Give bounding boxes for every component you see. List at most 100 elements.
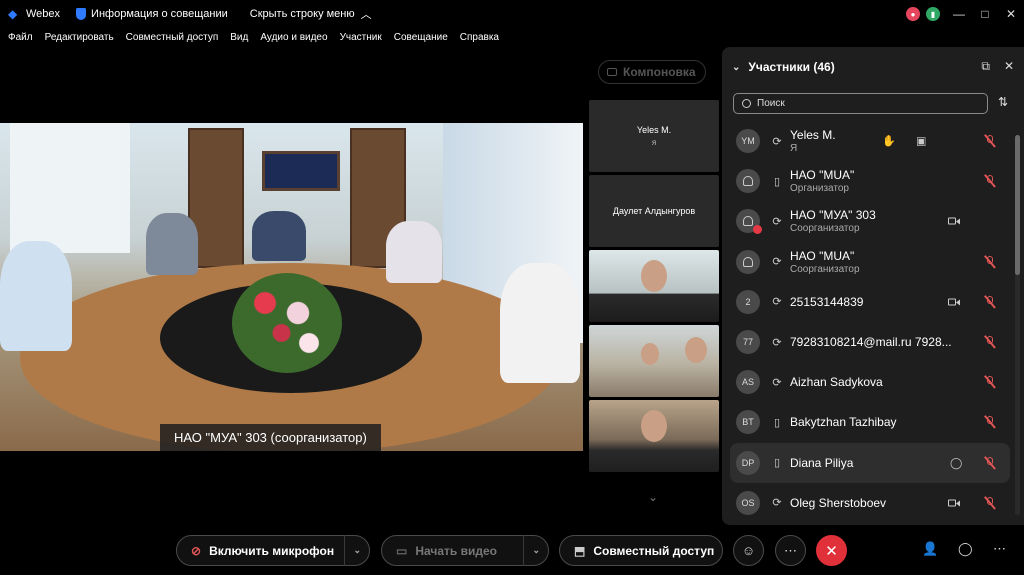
participant-row[interactable]: ⟳ НАО "МUA" Соорганизатор	[730, 242, 1010, 282]
video-camera-icon[interactable]	[948, 297, 960, 306]
avatar: OS	[736, 490, 760, 515]
hide-menu-bar-button[interactable]: Скрыть строку меню ︿	[250, 6, 372, 22]
main-video-stage[interactable]: НАО "МУА" 303 (соорганизатор)	[0, 123, 583, 451]
menu-audio-video[interactable]: Аудио и видео	[260, 32, 327, 43]
participant-row[interactable]: ▯ НАО "МUA" Организатор	[730, 161, 1010, 201]
sync-icon: ⟳	[772, 336, 782, 349]
video-camera-icon[interactable]	[948, 217, 960, 226]
chat-icon[interactable]: ◯	[958, 541, 973, 557]
start-video-label: Начать видео	[415, 543, 497, 558]
layout-button[interactable]: Компоновка	[598, 60, 706, 84]
participant-tile[interactable]: Даулет Алдынгуров	[589, 175, 719, 247]
search-input[interactable]	[757, 98, 957, 109]
leave-meeting-button[interactable]: ✕	[816, 535, 847, 566]
participant-search[interactable]	[733, 93, 988, 114]
video-camera-icon[interactable]	[948, 498, 960, 507]
user-icon	[743, 216, 753, 227]
participant-video-tile[interactable]	[589, 400, 719, 472]
avatar: 2	[736, 289, 760, 314]
menu-participant[interactable]: Участник	[340, 32, 382, 43]
phone-icon: ▯	[773, 457, 781, 470]
menu-view[interactable]: Вид	[230, 32, 248, 43]
panel-scrollbar[interactable]	[1015, 135, 1020, 515]
menu-help[interactable]: Справка	[460, 32, 499, 43]
sort-icon[interactable]: ⇅	[998, 95, 1008, 109]
participant-name: Diana Piliya	[790, 455, 854, 470]
tile-name: Yeles M.	[636, 125, 672, 135]
network-stats-icon[interactable]: ▮	[926, 7, 940, 21]
layout-label: Компоновка	[623, 65, 696, 79]
more-icon: ⋯	[784, 542, 797, 558]
microphone-muted-icon[interactable]	[984, 375, 996, 389]
participant-row[interactable]: DP ▯ Diana Piliya ◯	[730, 442, 1010, 483]
menu-file[interactable]: Файл	[8, 32, 33, 43]
microphone-muted-icon[interactable]	[984, 134, 996, 148]
microphone-muted-icon[interactable]	[984, 255, 996, 269]
menu-share[interactable]: Совместный доступ	[126, 32, 219, 43]
captions-icon[interactable]: ▣	[916, 135, 926, 148]
raise-hand-icon[interactable]: ✋	[882, 135, 896, 148]
sync-icon: ⟳	[772, 135, 782, 148]
avatar	[736, 209, 762, 235]
participant-row[interactable]: 2 ⟳ 25153144839	[730, 282, 1010, 322]
recording-indicator-icon[interactable]: ●	[906, 7, 920, 21]
panel-header[interactable]: ⌄ Участники (46)	[732, 60, 835, 74]
smiley-icon: ☺	[741, 543, 756, 558]
minimize-button[interactable]: —	[946, 7, 972, 21]
chat-icon[interactable]: ◯	[950, 456, 962, 469]
start-video-button[interactable]: ▭ Начать видео ⌄	[381, 535, 549, 566]
participant-tile[interactable]: Yeles M. я	[589, 100, 719, 172]
hide-menu-bar-label: Скрыть строку меню	[249, 8, 355, 20]
more-panels-icon[interactable]: ⋯	[993, 541, 1006, 557]
more-options-button[interactable]: ⋯	[775, 535, 806, 566]
participant-row[interactable]: OS ⟳ Oleg Sherstoboev	[730, 483, 1010, 523]
microphone-muted-icon[interactable]	[984, 496, 996, 510]
flower-bouquet	[232, 273, 342, 373]
maximize-button[interactable]: □	[972, 7, 998, 21]
participants-icon[interactable]: 👤	[922, 541, 938, 557]
close-window-button[interactable]: ✕	[998, 7, 1024, 21]
meeting-toolbar: ⊘ Включить микрофон ⌄ ▭ Начать видео ⌄ ⬒…	[0, 527, 1024, 575]
microphone-muted-icon[interactable]	[984, 295, 996, 309]
participant-video-tile[interactable]	[589, 325, 719, 397]
participant-role: Соорганизатор	[790, 263, 860, 275]
participant-row[interactable]: ⟳ НАО "МУА" 303 Соорганизатор	[730, 201, 1010, 241]
avatar: 77	[736, 330, 760, 355]
participant-name: Aizhan Sadykova	[790, 375, 883, 390]
meeting-info-button[interactable]: Информация о совещании	[76, 8, 228, 20]
collapse-chevron-icon[interactable]: ⌄	[732, 62, 740, 73]
search-icon	[742, 99, 751, 108]
unmute-button[interactable]: ⊘ Включить микрофон ⌄	[176, 535, 370, 566]
chevron-up-icon: ︿	[360, 9, 372, 21]
video-options-chevron-icon[interactable]: ⌄	[523, 535, 540, 566]
room-display	[262, 151, 340, 191]
participant-row[interactable]: BT ▯ Bakytzhan Tazhibay	[730, 402, 1010, 442]
participant-name: Bakytzhan Tazhibay	[790, 415, 897, 430]
participant-row[interactable]: AS ⟳ Aizhan Sadykova	[730, 362, 1010, 402]
participant-role: Организатор	[790, 183, 849, 195]
window-controls: ● ▮ — □ ✕	[906, 0, 1024, 28]
participant-row[interactable]: YM ⟳ Yeles M. Я ✋ ▣	[730, 121, 1010, 161]
audio-options-chevron-icon[interactable]: ⌄	[344, 535, 361, 566]
participant-video-tile[interactable]	[589, 250, 719, 322]
popout-icon[interactable]: ⧉	[981, 59, 990, 74]
microphone-muted-icon[interactable]	[984, 174, 996, 188]
microphone-muted-icon[interactable]	[984, 455, 996, 470]
close-panel-icon[interactable]: ✕	[1004, 59, 1014, 74]
microphone-muted-icon[interactable]	[984, 335, 996, 349]
microphone-muted-icon[interactable]	[984, 415, 996, 430]
menu-edit[interactable]: Редактировать	[45, 32, 114, 43]
menu-meeting[interactable]: Совещание	[394, 32, 448, 43]
avatar: BT	[736, 410, 760, 435]
app-title: Webex	[26, 8, 61, 20]
participant-row[interactable]: 77 ⟳ 79283108214@mail.ru 7928...	[730, 322, 1010, 362]
user-icon	[743, 176, 753, 187]
participant-name: 25153144839	[790, 294, 864, 309]
share-button[interactable]: ⬒ Совместный доступ	[559, 535, 723, 566]
share-label: Совместный доступ	[593, 543, 715, 558]
chevron-down-icon[interactable]: ⌄	[648, 490, 658, 504]
user-icon	[743, 256, 753, 267]
title-bar: ◆ Webex Информация о совещании Скрыть ст…	[0, 0, 1024, 28]
participant-name: Oleg Sherstoboev	[790, 495, 887, 510]
reactions-button[interactable]: ☺	[733, 535, 764, 566]
